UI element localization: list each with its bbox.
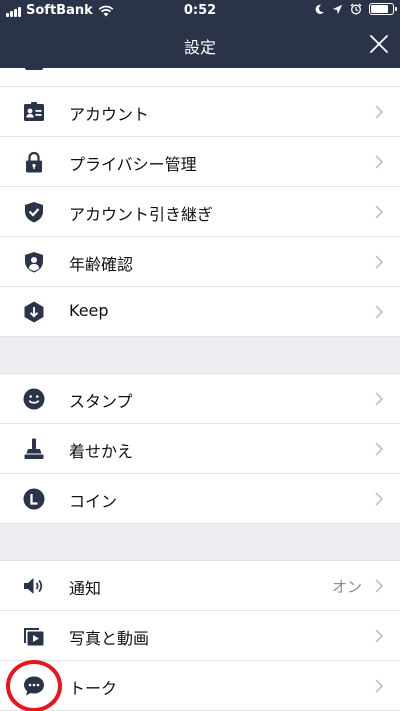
settings-item-coins[interactable]: コイン	[0, 474, 400, 524]
play-video-icon	[24, 628, 44, 646]
page-title: 設定	[183, 38, 216, 57]
speaker-icon	[24, 578, 43, 594]
keep-icon	[24, 301, 44, 323]
settings-item-age-verification[interactable]: 年齢確認	[0, 237, 400, 287]
settings-item-privacy[interactable]: プライバシー管理	[0, 137, 400, 187]
settings-item-label: スタンプ	[69, 392, 133, 411]
shield-check-icon	[25, 202, 43, 223]
battery-icon	[369, 3, 397, 15]
settings-item-account[interactable]: アカウント	[0, 87, 400, 137]
settings-item-photos-videos[interactable]: 写真と動画	[0, 611, 400, 661]
settings-item-label: 写真と動画	[69, 629, 150, 648]
chevron-right-icon	[375, 442, 384, 456]
id-card-icon	[24, 102, 44, 121]
settings-item-label: 着せかえ	[69, 442, 134, 461]
chevron-right-icon	[375, 155, 384, 169]
shield-user-icon	[25, 252, 43, 273]
highlight-circle-annotation	[6, 660, 62, 711]
settings-item-label: 年齢確認	[69, 255, 134, 274]
coin-icon	[23, 488, 45, 510]
settings-item-keep[interactable]: Keep	[0, 287, 400, 337]
smiley-icon	[23, 388, 45, 410]
settings-item-label: プライバシー管理	[69, 155, 197, 174]
section-separator	[0, 524, 400, 561]
moon-icon	[315, 4, 325, 14]
alarm-icon	[350, 3, 362, 15]
brush-icon	[24, 438, 44, 459]
chevron-right-icon	[375, 579, 384, 593]
status-bar: SoftBank 0:52	[0, 0, 400, 22]
chevron-right-icon	[375, 105, 384, 119]
app-header: SoftBank 0:52 設定	[0, 0, 400, 68]
partial-icon	[25, 68, 43, 70]
chevron-right-icon	[375, 629, 384, 643]
settings-item-stamps[interactable]: スタンプ	[0, 374, 400, 424]
chevron-right-icon	[375, 492, 384, 506]
settings-item-label: トーク	[69, 679, 118, 698]
settings-item-notifications[interactable]: 通知 オン	[0, 561, 400, 611]
settings-list[interactable]: アカウント プライバシー管理 アカウント引き継ぎ 年齢確認 Keep スタンプ …	[0, 68, 400, 711]
chevron-right-icon	[375, 205, 384, 219]
settings-item-themes[interactable]: 着せかえ	[0, 424, 400, 474]
settings-item-account-transfer[interactable]: アカウント引き継ぎ	[0, 187, 400, 237]
close-icon[interactable]	[368, 33, 390, 55]
lock-icon	[26, 151, 42, 173]
chevron-right-icon	[375, 305, 384, 319]
settings-item-label: アカウント引き継ぎ	[69, 205, 214, 224]
settings-item-label: 通知	[69, 579, 102, 598]
settings-item-label: アカウント	[69, 105, 150, 124]
chevron-right-icon	[375, 392, 384, 406]
settings-item-label: Keep	[69, 301, 109, 320]
section-separator	[0, 337, 400, 374]
settings-item-label: コイン	[69, 492, 118, 511]
notification-status-value: オン	[331, 578, 362, 596]
chevron-right-icon	[375, 679, 384, 693]
list-item-partial[interactable]	[0, 68, 400, 87]
chevron-right-icon	[375, 255, 384, 269]
location-icon	[332, 4, 343, 14]
